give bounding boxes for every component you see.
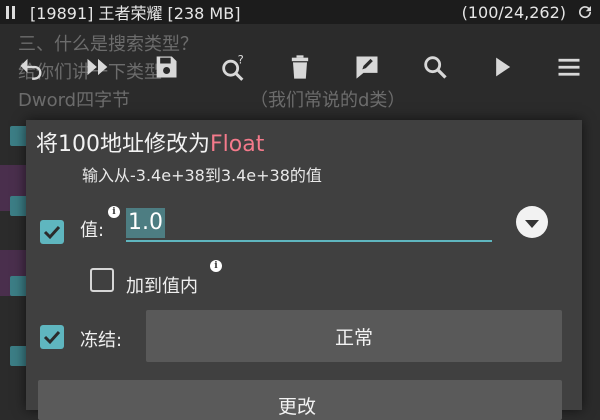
- search-icon[interactable]: [418, 50, 452, 84]
- refresh-icon[interactable]: [576, 3, 594, 21]
- freeze-checkbox[interactable]: [40, 325, 64, 349]
- dialog-title-text: 将100地址修改为: [36, 132, 210, 157]
- value-text: 1.0: [126, 208, 165, 238]
- freeze-label: 冻结:: [80, 330, 123, 351]
- toolbar: ?: [0, 44, 600, 90]
- fast-forward-icon[interactable]: [81, 50, 115, 84]
- status-bar: [19891] 王者荣耀 [238 MB] (100/24,262): [0, 0, 600, 24]
- info-icon[interactable]: i: [108, 206, 120, 218]
- value-label: 值:: [80, 220, 105, 241]
- value-type: Float: [210, 132, 265, 157]
- value-range-hint: 输入从-3.4e+38到3.4e+38的值: [82, 166, 322, 185]
- edit-value-dialog: 将100地址修改为Float 输入从-3.4e+38到3.4e+38的值 值: …: [26, 120, 582, 420]
- add-to-value-label: 加到值内: [126, 276, 198, 297]
- svg-text:?: ?: [237, 53, 243, 67]
- process-title: [19891] 王者荣耀 [238 MB]: [30, 4, 241, 23]
- search-help-icon[interactable]: ?: [216, 50, 250, 84]
- menu-icon[interactable]: [552, 50, 586, 84]
- info-icon[interactable]: i: [210, 260, 222, 272]
- play-icon[interactable]: [485, 50, 519, 84]
- edit-icon[interactable]: [350, 50, 384, 84]
- chevron-down-icon[interactable]: [516, 206, 548, 238]
- value-input[interactable]: 1.0: [126, 208, 492, 242]
- add-to-value-checkbox[interactable]: [90, 268, 114, 292]
- undo-icon[interactable]: [14, 50, 48, 84]
- save-icon[interactable]: [149, 50, 183, 84]
- pause-icon[interactable]: [6, 5, 22, 19]
- freeze-mode-button[interactable]: 正常: [146, 310, 562, 362]
- delete-icon[interactable]: [283, 50, 317, 84]
- change-button[interactable]: 更改: [38, 380, 562, 420]
- dialog-title: 将100地址修改为Float: [36, 126, 264, 158]
- change-button-label: 更改: [278, 396, 317, 418]
- value-checkbox[interactable]: [40, 220, 64, 244]
- result-count: (100/24,262): [461, 2, 566, 22]
